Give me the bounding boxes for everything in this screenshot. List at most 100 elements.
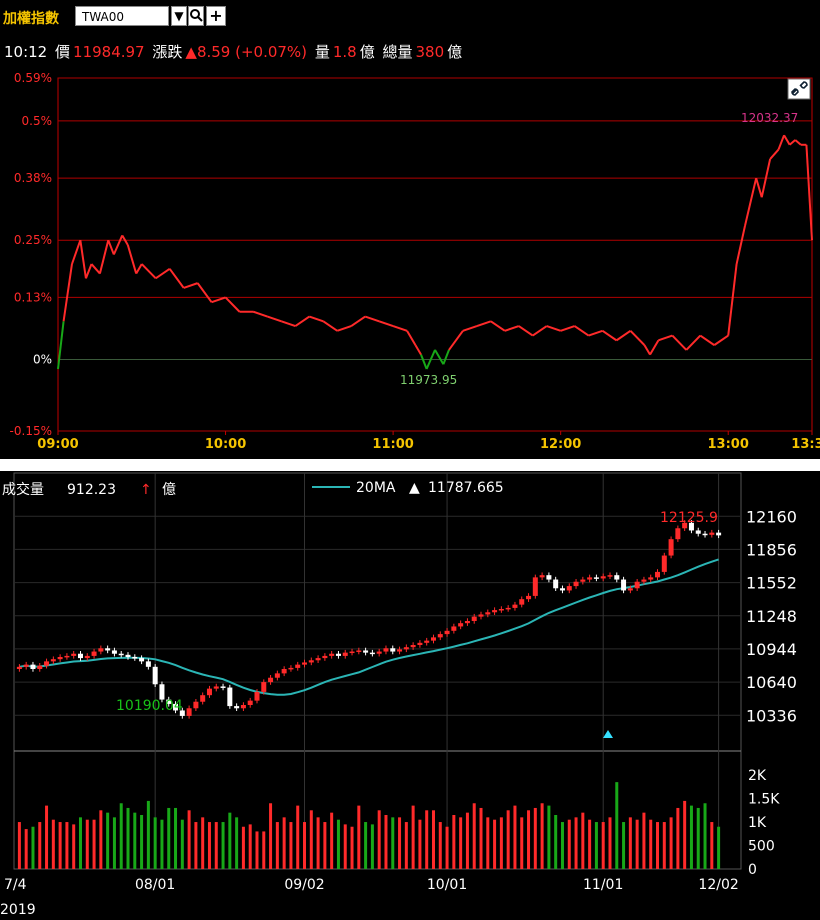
volume-bar (72, 824, 76, 869)
candle-body (716, 532, 722, 536)
intraday-line-segment (71, 239, 82, 265)
candle-body (485, 612, 491, 615)
volume-bar (78, 817, 82, 869)
ma20-series (19, 558, 719, 696)
candle (451, 623, 457, 634)
volume-bar (248, 824, 252, 869)
candle (322, 653, 328, 661)
intraday-line-segment (196, 282, 213, 303)
daily-x-tick-label: 09/02 (284, 877, 324, 893)
volume-bar (187, 810, 191, 869)
candle (505, 605, 511, 612)
intraday-line-segment (84, 263, 93, 279)
volume-y-tick-label: 500 (748, 839, 775, 855)
volume-bar (676, 807, 680, 869)
candle (668, 536, 674, 559)
volume-label: 量 (314, 43, 330, 61)
volume-bar (146, 800, 150, 869)
candle (369, 649, 375, 657)
volume-bar (540, 803, 544, 869)
candle-body (403, 647, 409, 650)
candle-body (702, 533, 708, 536)
intraday-y-tick-label: -0.15% (10, 424, 52, 438)
volume-bar (303, 822, 307, 869)
symbol-input[interactable]: TWA00 (75, 6, 169, 26)
volume-bar (323, 822, 327, 869)
price-value: 11984.97 (73, 43, 145, 61)
intraday-line-segment (504, 325, 520, 332)
volume-bar (465, 812, 469, 869)
volume-arrow: ↑ (140, 482, 152, 498)
candle (403, 644, 409, 653)
quote-header: 加權指數 TWA00 ▼ + 10:12 價 11984.97 漲跌 ▲8.59 (… (0, 0, 820, 70)
candle (308, 657, 314, 666)
volume-bar (309, 810, 313, 869)
volume-bar (255, 831, 259, 869)
intraday-line-segment (281, 320, 296, 328)
candle-body (593, 577, 599, 579)
candle (614, 572, 620, 583)
candle-body (614, 575, 620, 580)
volume-bar (520, 817, 524, 869)
volume-bar (269, 803, 273, 869)
intraday-line-segment (744, 177, 758, 227)
volume-bar (533, 807, 537, 869)
intraday-x-tick-label: 10:00 (205, 437, 246, 452)
candle-body (247, 700, 253, 705)
candle-body (363, 650, 369, 653)
volume-bar (547, 805, 551, 869)
candle-body (335, 653, 341, 656)
candle (281, 666, 287, 677)
candle (44, 658, 50, 669)
daily-y-axis: 12160 11856 11552 11248 10944 10640 10336 (746, 507, 797, 725)
intraday-line-segment (62, 263, 73, 322)
intraday-x-tick-label: 12:00 (540, 437, 581, 452)
price-label: 價 (55, 43, 71, 61)
candle-body (98, 648, 104, 652)
candle (118, 651, 124, 658)
intraday-line-segment (546, 325, 561, 332)
search-icon[interactable] (188, 6, 204, 26)
candle (268, 675, 274, 685)
candle (98, 645, 104, 655)
volume-bar (669, 817, 673, 869)
candle (580, 576, 586, 585)
candle (71, 651, 77, 659)
volume-bar (642, 812, 646, 869)
candle-body (111, 650, 117, 654)
candle (295, 661, 301, 671)
volume-bar (594, 822, 598, 869)
candle (444, 628, 450, 637)
volume-bar (228, 812, 232, 869)
candle-body (50, 659, 56, 662)
volume-bar (112, 817, 116, 869)
intraday-line-segment (735, 225, 746, 265)
add-icon[interactable]: + (206, 6, 226, 26)
intraday-chart: 0.59% 0.5% 0.38% 0.25% 0.13% 0% -0.15% 09:00 10… (10, 71, 820, 452)
volume-bar (486, 817, 490, 869)
daily-y-tick-label: 11856 (746, 540, 797, 559)
candle-body (546, 575, 552, 580)
candle-body (77, 653, 83, 659)
intraday-high-label: 12032.37 (741, 111, 798, 125)
link-icon[interactable] (787, 78, 811, 100)
candle-body (254, 691, 260, 701)
intraday-y-tick-label: 0.13% (14, 290, 52, 304)
dropdown-icon[interactable]: ▼ (171, 6, 187, 26)
candle (342, 649, 348, 659)
volume-bar (262, 831, 266, 869)
candle (77, 651, 83, 661)
intraday-y-tick-label: 0.59% (14, 71, 52, 85)
intraday-line-segment (90, 263, 101, 275)
candle-body (417, 642, 423, 645)
intraday-line-segment (98, 239, 110, 274)
intraday-line-segment (253, 310, 268, 318)
volume-bar (696, 807, 700, 869)
candle-body (268, 677, 274, 683)
candle (390, 645, 396, 655)
intraday-line-segment (789, 139, 796, 146)
candle-body (57, 657, 63, 660)
daily-x-tick-label: 11/01 (583, 877, 623, 893)
volume-bar (140, 815, 144, 869)
intraday-series (57, 134, 813, 370)
